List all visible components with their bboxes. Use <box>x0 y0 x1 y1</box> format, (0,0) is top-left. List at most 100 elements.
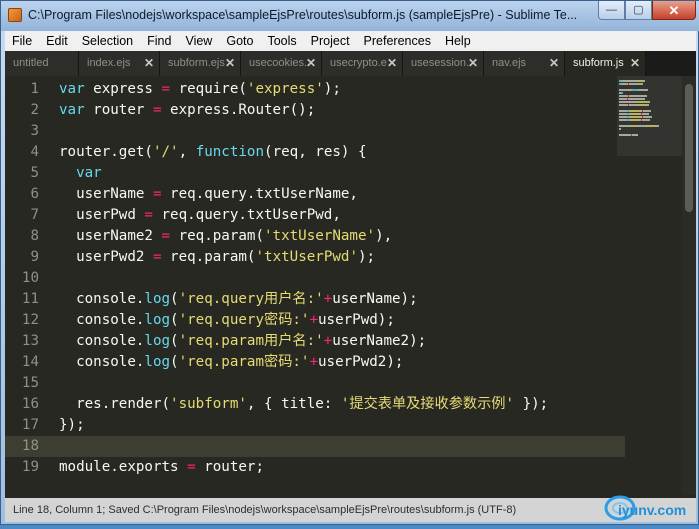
line-number: 10 <box>21 270 39 286</box>
code-line[interactable]: 14 console.log('req.param密码:'+userPwd2); <box>5 352 625 373</box>
code-line[interactable]: 1 var express = require('express'); <box>5 79 625 100</box>
menu-preferences[interactable]: Preferences <box>357 31 438 51</box>
watermark-logo: iyunv.com <box>600 484 688 524</box>
minimap-line <box>619 110 627 112</box>
code-line[interactable]: 18 <box>5 436 625 457</box>
string-token: 'req.param用户名:' <box>178 333 324 349</box>
minimap-line <box>642 119 651 121</box>
code-token: userPwd); <box>318 312 395 328</box>
code-line[interactable]: 16 res.render('subform', { title: '提交表单及… <box>5 394 625 415</box>
code-line[interactable]: 2 var router = express.Router(); <box>5 100 625 121</box>
tab-close-icon[interactable]: ✕ <box>468 56 478 70</box>
tab-usecrypto[interactable]: usecrypto.e ✕ <box>322 51 403 76</box>
tab-close-icon[interactable]: ✕ <box>306 56 316 70</box>
vertical-scrollbar[interactable] <box>682 76 696 495</box>
menu-selection[interactable]: Selection <box>75 31 140 51</box>
code-line[interactable]: 4 router.get('/', function(req, res) { <box>5 142 625 163</box>
operator-token: + <box>323 333 333 349</box>
minimap-line <box>637 104 647 106</box>
tab-close-icon[interactable]: ✕ <box>144 56 154 70</box>
tab-label: nav.ejs <box>492 57 527 69</box>
tab-close-icon[interactable]: ✕ <box>549 56 559 70</box>
tab-usesession[interactable]: usesession. ✕ <box>403 51 484 76</box>
code-line[interactable]: 17}); <box>5 415 625 436</box>
code-text: userName = req.query.txtUserName, <box>59 184 358 205</box>
close-button[interactable]: ✕ <box>652 1 696 20</box>
tab-nav-ejs[interactable]: nav.ejs ✕ <box>484 51 565 76</box>
minimap-line <box>619 95 628 97</box>
menu-tools[interactable]: Tools <box>260 31 303 51</box>
minimap-line <box>630 113 642 115</box>
sublime-window: C:\Program Files\nodejs\workspace\sample… <box>0 0 699 525</box>
maximize-button[interactable]: ▢ <box>625 1 652 20</box>
line-number: 2 <box>30 102 39 118</box>
menu-find[interactable]: Find <box>140 31 178 51</box>
code-line[interactable]: 6 userName = req.query.txtUserName, <box>5 184 625 205</box>
tab-subform-js[interactable]: subform.js ✕ <box>565 51 646 76</box>
title-bar[interactable]: C:\Program Files\nodejs\workspace\sample… <box>1 1 699 31</box>
code-line[interactable]: 9 userPwd2 = req.param('txtUserPwd'); <box>5 247 625 268</box>
code-token: express.Router(); <box>161 102 316 118</box>
minimap-line <box>619 119 627 121</box>
line-number: 19 <box>21 459 39 475</box>
tab-close-icon[interactable]: ✕ <box>387 56 397 70</box>
minimap-line <box>647 104 649 106</box>
code-text: userName2 = req.param('txtUserName'), <box>59 226 392 247</box>
tab-usecookies[interactable]: usecookies. ✕ <box>241 51 322 76</box>
tab-subform-ejs[interactable]: subform.ejs ✕ <box>160 51 241 76</box>
minimize-button[interactable]: — <box>598 1 625 20</box>
code-text: var router = express.Router(); <box>59 100 315 121</box>
minimap-line <box>638 101 649 103</box>
menu-edit[interactable]: Edit <box>39 31 75 51</box>
minimap[interactable] <box>617 76 682 495</box>
code-token: userName2 <box>59 228 162 244</box>
tab-close-icon[interactable]: ✕ <box>225 56 235 70</box>
minimap-line <box>629 125 637 127</box>
code-line[interactable]: 3 <box>5 121 625 142</box>
tab-index-ejs[interactable]: index.ejs ✕ <box>79 51 160 76</box>
code-token: console. <box>59 291 145 307</box>
line-number: 14 <box>21 354 39 370</box>
code-line[interactable]: 8 userName2 = req.param('txtUserName'), <box>5 226 625 247</box>
code-line[interactable]: 13 console.log('req.param用户名:'+userName2… <box>5 331 625 352</box>
code-editor[interactable]: 1 var express = require('express'); 2 var r… <box>5 76 696 495</box>
string-token: '/' <box>152 144 179 160</box>
menu-view[interactable]: View <box>178 31 219 51</box>
code-line[interactable]: 10 <box>5 268 625 289</box>
code-token: ); <box>323 81 341 97</box>
line-number: 1 <box>30 81 39 97</box>
code-line[interactable]: 12 console.log('req.query密码:'+userPwd); <box>5 310 625 331</box>
keyword-token: var <box>76 165 102 181</box>
code-text: router.get('/', function(req, res) { <box>59 142 367 163</box>
minimap-line <box>655 125 659 127</box>
code-token: userName <box>59 186 153 202</box>
minimap-line <box>636 80 644 82</box>
scrollbar-thumb[interactable] <box>685 84 693 212</box>
code-token: console. <box>59 312 145 328</box>
keyword-token: log <box>144 354 171 370</box>
code-token: req.query.txtUserPwd, <box>152 207 341 223</box>
minimap-line <box>619 98 627 100</box>
string-token: 'express' <box>246 81 324 97</box>
operator-token: = <box>152 249 162 265</box>
menu-file[interactable]: File <box>5 31 39 51</box>
menu-project[interactable]: Project <box>304 31 357 51</box>
code-token: ( <box>170 312 179 328</box>
code-text: console.log('req.query用户名:'+userName); <box>59 289 418 310</box>
code-line[interactable]: 7 userPwd = req.query.txtUserPwd, <box>5 205 625 226</box>
code-token: require( <box>170 81 247 97</box>
code-token: req.query.txtUserName, <box>161 186 358 202</box>
minimap-line <box>642 113 650 115</box>
minimap-line <box>628 104 638 106</box>
line-number: 16 <box>21 396 39 412</box>
tab-close-icon[interactable]: ✕ <box>630 56 640 70</box>
code-line[interactable]: 19 module.exports = router; <box>5 457 625 478</box>
code-text: userPwd2 = req.param('txtUserPwd'); <box>59 247 375 268</box>
menu-help[interactable]: Help <box>438 31 478 51</box>
code-line[interactable]: 5 var <box>5 163 625 184</box>
code-token: console. <box>59 333 145 349</box>
menu-goto[interactable]: Goto <box>219 31 260 51</box>
code-line[interactable]: 11 console.log('req.query用户名:'+userName)… <box>5 289 625 310</box>
tab-untitled[interactable]: untitled <box>5 51 79 76</box>
code-line[interactable]: 15 <box>5 373 625 394</box>
